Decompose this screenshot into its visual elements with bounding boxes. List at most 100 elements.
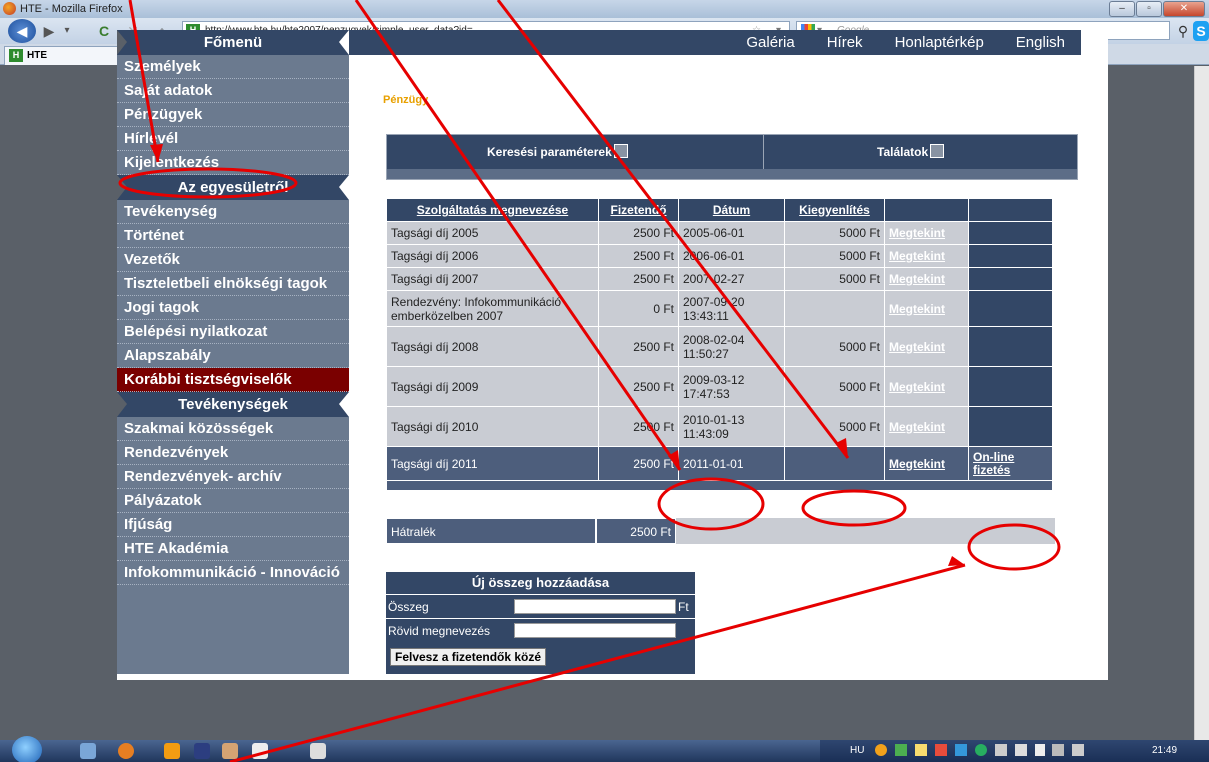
- minimize-button[interactable]: –: [1109, 1, 1135, 17]
- sidebar-item-hirlevel[interactable]: Hírlevél: [117, 127, 349, 151]
- currency-label: Ft: [678, 600, 689, 614]
- cell-service: Tagsági díj 2006: [386, 244, 599, 268]
- sidebar-item-rendezvenyek-archiv[interactable]: Rendezvények- archív: [117, 465, 349, 489]
- topnav-honlapterkep[interactable]: Honlaptérkép: [895, 34, 984, 51]
- sidebar-item-vezetok[interactable]: Vezetők: [117, 248, 349, 272]
- tray-icon[interactable]: [915, 744, 927, 756]
- cell-pay: [968, 244, 1053, 268]
- toggle-icon[interactable]: [930, 144, 945, 158]
- save-icon[interactable]: [194, 743, 210, 759]
- sidebar-item-ifjusag[interactable]: Ifjúság: [117, 513, 349, 537]
- history-dropdown-icon[interactable]: ▾: [60, 21, 74, 41]
- view-link[interactable]: Megtekint: [884, 366, 969, 407]
- system-tray: HU 21:49: [820, 740, 1209, 762]
- explorer-icon[interactable]: [80, 743, 96, 759]
- sidebar-item-jogi-tagok[interactable]: Jogi tagok: [117, 296, 349, 320]
- cell-pay: [968, 290, 1053, 327]
- view-link[interactable]: Megtekint: [884, 406, 969, 447]
- clock[interactable]: 21:49: [1152, 740, 1177, 762]
- bluetooth-icon[interactable]: [995, 744, 1007, 756]
- amount-input[interactable]: [514, 599, 676, 614]
- cell-date: 2011-01-01: [678, 446, 785, 481]
- cell-amount: 2500 Ft: [598, 446, 679, 481]
- table-row: Tagsági díj 2010 2500 Ft 2010-01-13 11:4…: [386, 406, 1053, 447]
- table-row: Tagsági díj 2011 2500 Ft 2011-01-01 Megt…: [386, 446, 1053, 481]
- sidebar-item-alapszabaly[interactable]: Alapszabály: [117, 344, 349, 368]
- sidebar-item-szemelyek[interactable]: Személyek: [117, 55, 349, 79]
- sidebar-item-kijelentkezes[interactable]: Kijelentkezés: [117, 151, 349, 175]
- sidebar-item-tiszteletbeli[interactable]: Tiszteletbeli elnökségi tagok: [117, 272, 349, 296]
- sidebar-item-hte-akademia[interactable]: HTE Akadémia: [117, 537, 349, 561]
- view-link[interactable]: Megtekint: [884, 244, 969, 268]
- cell-service: Tagsági díj 2008: [386, 326, 599, 367]
- col-header-amount[interactable]: Fizetendő: [598, 198, 679, 222]
- col-header-paid[interactable]: Kiegyenlítés: [784, 198, 885, 222]
- sidebar-item-palyazatok[interactable]: Pályázatok: [117, 489, 349, 513]
- firefox-taskbar-icon[interactable]: [118, 743, 134, 759]
- language-indicator[interactable]: HU: [850, 740, 864, 762]
- volume-icon[interactable]: [1072, 744, 1084, 756]
- reload-icon[interactable]: C: [94, 21, 114, 41]
- sidebar-item-korabbi[interactable]: Korábbi tisztségviselők: [117, 368, 349, 392]
- start-button[interactable]: [12, 736, 42, 762]
- skype-icon[interactable]: S: [1193, 21, 1209, 41]
- tray-icon[interactable]: [875, 744, 887, 756]
- view-link[interactable]: Megtekint: [884, 267, 969, 291]
- table-row: Tagsági díj 2007 2500 Ft 2007-02-27 5000…: [386, 267, 1053, 291]
- cell-service: Tagsági díj 2011: [386, 446, 599, 481]
- sidebar-item-rendezvenyek[interactable]: Rendezvények: [117, 441, 349, 465]
- sidebar-item-sajat-adatok[interactable]: Saját adatok: [117, 79, 349, 103]
- close-button[interactable]: ✕: [1163, 1, 1205, 17]
- col-header-service[interactable]: Szolgáltatás megnevezése: [386, 198, 599, 222]
- amount-label: Összeg: [388, 600, 429, 614]
- topnav-hirek[interactable]: Hírek: [827, 34, 863, 51]
- cell-amount: 2500 Ft: [598, 326, 679, 367]
- toggle-icon[interactable]: [613, 144, 628, 158]
- maximize-button[interactable]: ▫: [1136, 1, 1162, 17]
- firefox-icon: [3, 2, 16, 15]
- search-params-toggle[interactable]: Keresési paraméterek: [487, 144, 628, 159]
- word-icon[interactable]: [310, 743, 326, 759]
- topnav-english[interactable]: English: [1016, 34, 1065, 51]
- window-titlebar: HTE - Mozilla Firefox – ▫ ✕: [0, 0, 1209, 18]
- network-icon[interactable]: [1052, 744, 1064, 756]
- battery-icon[interactable]: [1035, 744, 1045, 756]
- sidebar-section-title: Tevékenységek: [117, 392, 349, 417]
- tray-icon[interactable]: [935, 744, 947, 756]
- payments-table: Szolgáltatás megnevezése Fizetendő Dátum…: [386, 198, 1053, 491]
- sidebar-item-penzugyek[interactable]: Pénzügyek: [117, 103, 349, 127]
- image-icon[interactable]: [222, 743, 238, 759]
- add-to-payables-button[interactable]: Felvesz a fizetendők közé: [390, 648, 547, 666]
- sidebar-item-belepesi[interactable]: Belépési nyilatkozat: [117, 320, 349, 344]
- vertical-scrollbar[interactable]: [1194, 66, 1209, 740]
- search-icon[interactable]: ⚲: [1176, 21, 1190, 41]
- short-name-input[interactable]: [514, 623, 676, 638]
- view-link[interactable]: Megtekint: [884, 290, 969, 327]
- cell-pay: [968, 406, 1053, 447]
- col-header-date[interactable]: Dátum: [678, 198, 785, 222]
- tray-icon[interactable]: [895, 744, 907, 756]
- forward-button[interactable]: ▶: [40, 21, 58, 41]
- tray-icon[interactable]: [955, 744, 967, 756]
- view-link[interactable]: Megtekint: [884, 446, 969, 481]
- view-link[interactable]: Megtekint: [884, 221, 969, 245]
- online-payment-link[interactable]: On-line fizetés: [968, 446, 1053, 481]
- sidebar-item-infokommunikacio[interactable]: Infokommunikáció - Innováció: [117, 561, 349, 585]
- results-toggle[interactable]: Találatok: [877, 144, 945, 159]
- cell-paid: [784, 446, 885, 481]
- cell-date: 2006-06-01: [678, 244, 785, 268]
- tray-icon[interactable]: [975, 744, 987, 756]
- view-link[interactable]: Megtekint: [884, 326, 969, 367]
- document-icon[interactable]: [252, 743, 268, 759]
- media-player-icon[interactable]: [164, 743, 180, 759]
- sidebar-item-tortenet[interactable]: Történet: [117, 224, 349, 248]
- table-row: Rendezvény: Infokommunikáció emberközelb…: [386, 290, 1053, 327]
- sidebar-item-tevekenyseg[interactable]: Tevékenység: [117, 200, 349, 224]
- flag-icon[interactable]: [1015, 744, 1027, 756]
- sidebar-item-szakmai[interactable]: Szakmai közösségek: [117, 417, 349, 441]
- back-button[interactable]: ◀: [8, 19, 36, 43]
- topnav-galeria[interactable]: Galéria: [746, 34, 794, 51]
- cell-pay: [968, 366, 1053, 407]
- search-panel: Keresési paraméterek Találatok: [386, 134, 1078, 180]
- cell-amount: 2500 Ft: [598, 221, 679, 245]
